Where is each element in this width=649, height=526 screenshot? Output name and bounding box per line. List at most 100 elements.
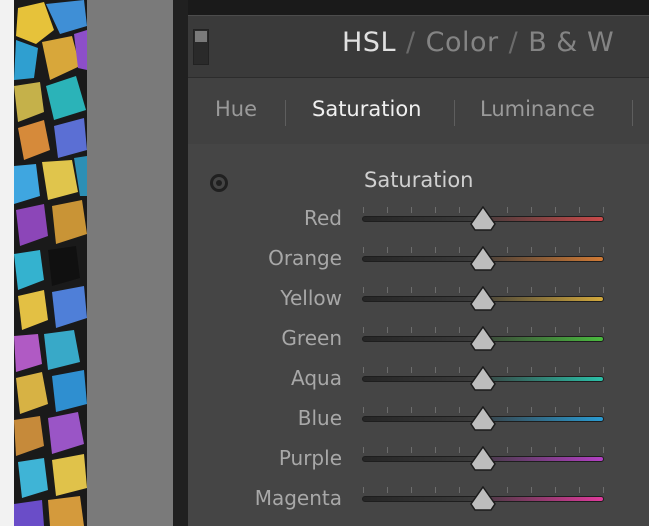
slider-tick [579, 447, 580, 453]
slider-tick [507, 407, 508, 413]
slider-tick [531, 287, 532, 293]
slider-tick [363, 407, 364, 413]
slider-tick [579, 487, 580, 493]
slider-tick [435, 287, 436, 293]
slider-tick [435, 407, 436, 413]
slider-tick [435, 327, 436, 333]
slider-tick [531, 487, 532, 493]
slider-tick [531, 407, 532, 413]
photo-edge [0, 0, 14, 526]
slider-tick [435, 447, 436, 453]
slider-tick [579, 367, 580, 373]
slider-tick [411, 207, 412, 213]
toggle-nub [195, 31, 207, 42]
slider-tick [411, 367, 412, 373]
slider-tick [507, 207, 508, 213]
tab-color[interactable]: Color [426, 27, 499, 58]
slider-tick [507, 287, 508, 293]
subtab-hue[interactable]: Hue [215, 97, 257, 121]
slider-tick [435, 207, 436, 213]
slider-label: Blue [297, 406, 342, 430]
slider-tick [507, 327, 508, 333]
slider-tick [459, 447, 460, 453]
slider-tick [603, 287, 604, 293]
slider-tick [459, 407, 460, 413]
slider-tick [507, 367, 508, 373]
slider-label: Green [281, 326, 342, 350]
slider-tick [579, 407, 580, 413]
slider-tick [507, 487, 508, 493]
slider-tick [531, 247, 532, 253]
slider-tick [363, 447, 364, 453]
slider-row-blue: Blue [188, 399, 649, 439]
tab-bw[interactable]: B & W [528, 27, 614, 58]
slider-tick [603, 367, 604, 373]
slider-tick [387, 247, 388, 253]
slider-tick [387, 327, 388, 333]
slider-tick [555, 367, 556, 373]
slider-row-orange: Orange [188, 239, 649, 279]
header-separator: / [405, 27, 416, 58]
slider-tick [579, 327, 580, 333]
slider-tick [603, 207, 604, 213]
slider-tick [387, 367, 388, 373]
slider-tick [555, 287, 556, 293]
slider-tick [387, 207, 388, 213]
slider-tick [411, 287, 412, 293]
panel-divider [173, 0, 188, 526]
slider-tick [531, 327, 532, 333]
slider-label: Yellow [280, 286, 342, 310]
hsl-panel-header: HSL / Color / B & W [188, 15, 649, 77]
slider-tick [555, 407, 556, 413]
slider-tick [507, 247, 508, 253]
panel-toggle-switch[interactable] [193, 29, 209, 65]
slider-tick [603, 447, 604, 453]
target-adjustment-icon[interactable] [210, 174, 228, 192]
slider-tick [363, 487, 364, 493]
slider-tick [555, 207, 556, 213]
slider-label: Red [304, 206, 342, 230]
slider-label: Magenta [254, 486, 342, 510]
subtab-separator [454, 100, 455, 126]
slider-tick [531, 447, 532, 453]
slider-tick [603, 407, 604, 413]
photo-preview-strip [0, 0, 87, 526]
slider-label: Orange [268, 246, 342, 270]
subtab-saturation[interactable]: Saturation [312, 97, 421, 121]
slider-row-aqua: Aqua [188, 359, 649, 399]
slider-tick [411, 327, 412, 333]
slider-tick [435, 367, 436, 373]
slider-row-magenta: Magenta [188, 479, 649, 519]
subtab-luminance[interactable]: Luminance [480, 97, 595, 121]
slider-tick [459, 367, 460, 373]
slider-label: Aqua [291, 366, 342, 390]
slider-tick [507, 447, 508, 453]
slider-tick [603, 247, 604, 253]
slider-tick [411, 407, 412, 413]
slider-tick [363, 247, 364, 253]
slider-row-green: Green [188, 319, 649, 359]
slider-tick [363, 287, 364, 293]
slider-tick [363, 327, 364, 333]
slider-tick [387, 287, 388, 293]
slider-tick [363, 367, 364, 373]
slider-row-purple: Purple [188, 439, 649, 479]
slider-row-red: Red [188, 199, 649, 239]
slider-tick [459, 287, 460, 293]
subtab-separator [285, 100, 286, 126]
slider-tick [579, 247, 580, 253]
slider-tick [435, 487, 436, 493]
slider-tick [387, 447, 388, 453]
slider-tick [603, 487, 604, 493]
slider-tick [459, 207, 460, 213]
slider-row-yellow: Yellow [188, 279, 649, 319]
slider-tick [555, 247, 556, 253]
slider-tick [411, 447, 412, 453]
slider-tick [363, 207, 364, 213]
slider-tick [531, 207, 532, 213]
slider-tick [579, 207, 580, 213]
slider-tick [579, 287, 580, 293]
slider-tick [411, 247, 412, 253]
slider-tick [555, 327, 556, 333]
tab-hsl[interactable]: HSL [342, 27, 396, 58]
